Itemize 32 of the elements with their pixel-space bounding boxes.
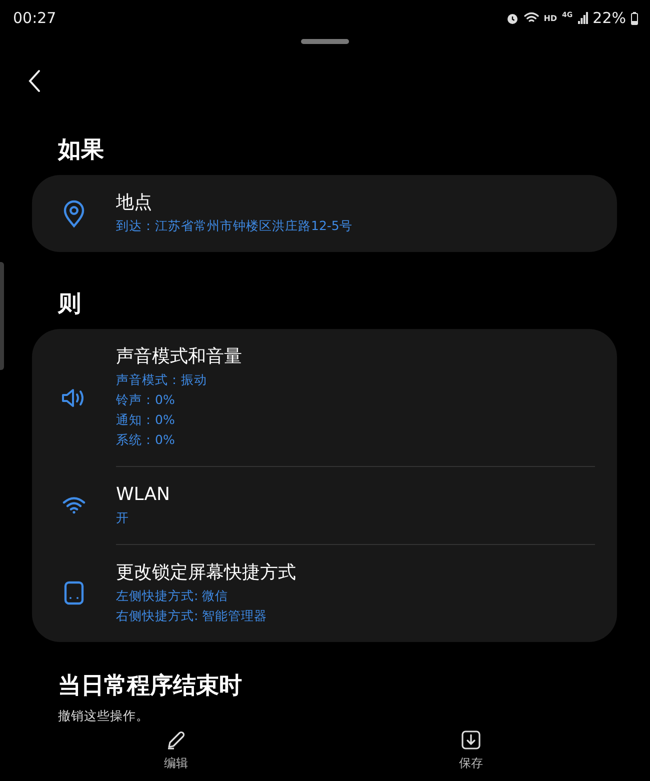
section-description: 撤销这些操作。 xyxy=(57,708,150,725)
location-pin-icon xyxy=(63,200,85,228)
cell-signal-icon xyxy=(578,12,588,24)
battery-percent: 22% xyxy=(592,9,626,27)
wifi-signal-icon xyxy=(524,12,539,24)
item-title[interactable]: 更改锁定屏幕快捷方式 xyxy=(116,560,595,586)
pencil-icon xyxy=(166,730,186,750)
section-heading: 如果 xyxy=(56,136,105,165)
item-detail: 到达：江苏省常州市钟楼区洪庄路12-5号 xyxy=(116,217,354,235)
phone-icon xyxy=(64,581,84,605)
wifi-icon xyxy=(62,496,86,514)
section-heading: 当日常程序结束时 xyxy=(57,672,243,701)
edge-panel-handle[interactable] xyxy=(0,262,4,370)
hd-label: HD xyxy=(544,14,558,22)
item-detail: 系统：0% xyxy=(116,431,176,449)
alarm-icon xyxy=(506,12,519,24)
item-detail: 左侧快捷方式: 微信 xyxy=(116,587,230,605)
battery-icon xyxy=(631,12,638,24)
section-heading: 则 xyxy=(56,290,82,319)
item-detail: 右侧快捷方式: 智能管理器 xyxy=(116,607,268,625)
item-detail: 铃声：0% xyxy=(116,391,176,409)
status-time: 00:27 xyxy=(13,9,56,27)
item-title[interactable]: 声音模式和音量 xyxy=(116,344,595,370)
item-detail: 开 xyxy=(116,509,130,527)
item-title[interactable]: WLAN xyxy=(116,482,595,508)
drag-handle[interactable] xyxy=(301,39,349,44)
edit-button[interactable]: 编辑 xyxy=(158,728,194,774)
item-detail: 声音模式：振动 xyxy=(116,371,208,389)
item-detail: 通知：0% xyxy=(116,411,176,429)
save-button[interactable]: 保存 xyxy=(453,728,489,774)
item-title[interactable]: 地点 xyxy=(116,190,595,216)
download-icon xyxy=(461,730,481,750)
